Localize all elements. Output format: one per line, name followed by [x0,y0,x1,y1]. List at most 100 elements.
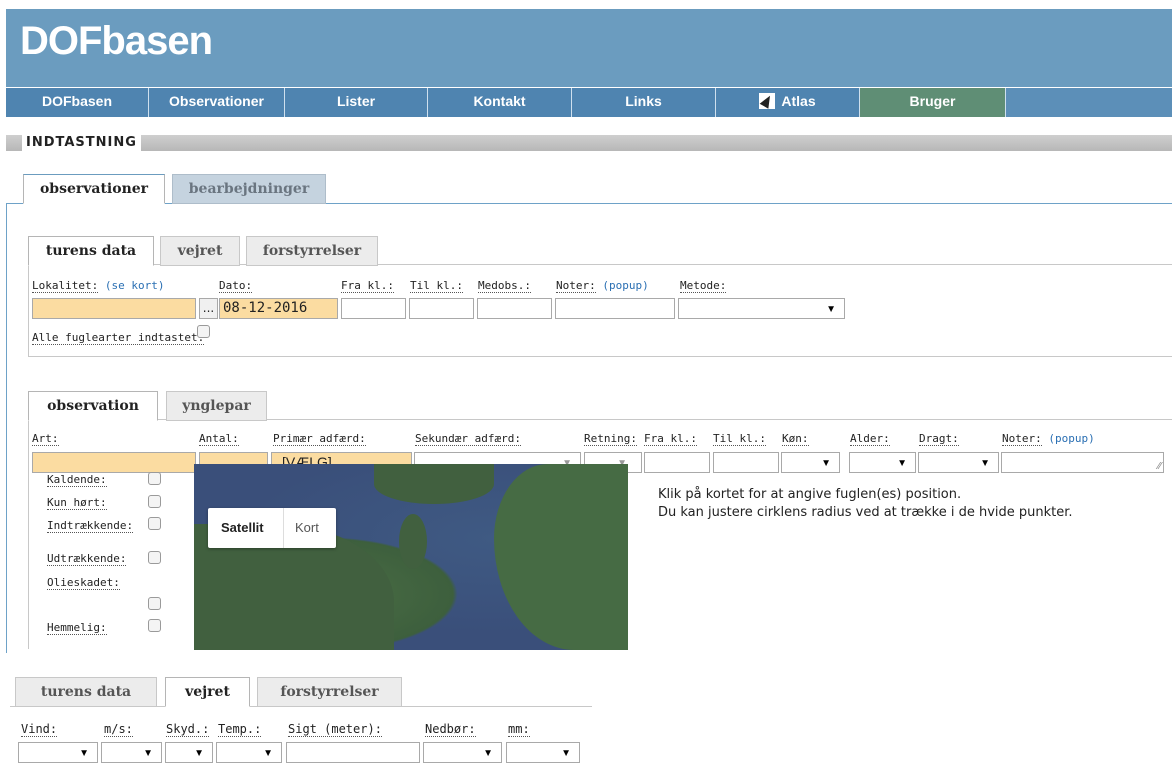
chevron-down-icon: ▼ [826,304,836,315]
trip-panel-left [28,264,29,357]
tab-bottom-turens-data[interactable]: turens data [15,677,157,707]
mm-label: mm: [508,722,530,737]
tab-vejret[interactable]: vejret [160,236,240,266]
chevron-down-icon: ▼ [897,458,907,469]
noter-input[interactable] [555,298,675,319]
tab-ynglepar[interactable]: ynglepar [166,391,267,421]
alder-select[interactable]: ▼ [849,452,916,473]
art-input[interactable] [32,452,196,473]
chevron-down-icon: ▼ [194,748,204,759]
map-type-control: Satellit Kort [208,508,336,548]
kaldende-label: Kaldende: [47,473,107,487]
olieskadet-label: Olieskadet: [47,576,120,590]
kun-hoert-checkbox[interactable] [148,495,161,508]
noter-popup-link[interactable]: (popup) [602,279,648,292]
nav-item-atlas[interactable]: Atlas [716,88,860,117]
tab-bottom-forstyrrelser[interactable]: forstyrrelser [257,677,402,707]
map-kort-button[interactable]: Kort [295,520,319,535]
nav-item-bruger[interactable]: Bruger [860,88,1006,117]
lokalitet-input[interactable] [32,298,196,319]
olieskadet-checkbox[interactable] [148,597,161,610]
ms-select[interactable]: ▼ [101,742,162,763]
tab-turens-data[interactable]: turens data [28,236,154,266]
se-kort-link[interactable]: (se kort) [105,279,165,292]
lokalitet-lookup-button[interactable]: ... [199,298,218,319]
vind-select[interactable]: ▼ [18,742,98,763]
alle-fuglearter-checkbox[interactable] [197,325,210,338]
sigt-input[interactable] [286,742,420,763]
main-nav: DOFbasen Observationer Lister Kontakt Li… [6,87,1172,117]
hemmelig-checkbox[interactable] [148,619,161,632]
obs-til-kl-label: Til kl.: [713,432,766,446]
alle-fuglearter-label: Alle fuglearter indtastet: [32,331,205,345]
nav-item-lister[interactable]: Lister [285,88,428,117]
primaer-adfaerd-label: Primær adfærd: [273,432,366,446]
udtraekkende-label: Udtrækkende: [47,552,127,566]
tab-bearbejdninger[interactable]: bearbejdninger [172,174,326,204]
header-banner: DOFbasen [6,9,1172,87]
til-kl-input[interactable] [409,298,474,319]
art-label: Art: [32,432,59,446]
map-land-north [374,464,494,504]
position-map[interactable] [194,464,628,650]
tab-observationer[interactable]: observationer [23,174,165,204]
metode-select[interactable]: ▼ [678,298,845,319]
retning-label: Retning: [584,432,637,446]
skyd-select[interactable]: ▼ [165,742,213,763]
site-logo[interactable]: DOFbasen [20,19,213,64]
resize-handle-icon[interactable]: ⁄⁄ [1158,461,1161,472]
chevron-down-icon: ▼ [483,748,493,759]
mm-select[interactable]: ▼ [506,742,580,763]
tab-observation[interactable]: observation [28,391,158,421]
chevron-down-icon: ▼ [143,748,153,759]
tab-forstyrrelser[interactable]: forstyrrelser [246,236,378,266]
chevron-down-icon: ▼ [79,748,89,759]
obs-noter-input[interactable]: ⁄⁄ [1001,452,1164,473]
dragt-label: Dragt: [919,432,959,446]
dato-label: Dato: [219,279,253,293]
lokalitet-label: Lokalitet: (se kort) [32,279,165,293]
nedboer-label: Nedbør: [425,722,476,737]
sekundaer-adfaerd-label: Sekundær adfærd: [415,432,521,446]
section-bar [6,135,1172,151]
chevron-down-icon: ▼ [561,748,571,759]
fra-kl-label: Fra kl.: [341,279,394,293]
map-satellit-button[interactable]: Satellit [221,520,264,535]
kun-hoert-label: Kun hørt: [47,496,107,510]
obs-noter-popup-link[interactable]: (popup) [1048,432,1094,445]
chevron-down-icon: ▼ [821,458,831,469]
main-panel-left [6,203,7,653]
kaldende-checkbox[interactable] [148,472,161,485]
chevron-down-icon: ▼ [263,748,273,759]
atlas-icon [759,93,776,109]
nav-atlas-label: Atlas [781,93,816,109]
udtraekkende-checkbox[interactable] [148,551,161,564]
indtraekkende-checkbox[interactable] [148,517,161,530]
koen-select[interactable]: ▼ [781,452,840,473]
antal-label: Antal: [199,432,239,446]
metode-label: Metode: [680,279,727,293]
til-kl-label: Til kl.: [410,279,463,293]
koen-label: Køn: [782,432,809,446]
dragt-select[interactable]: ▼ [918,452,999,473]
nav-item-observationer[interactable]: Observationer [149,88,285,117]
nav-item-links[interactable]: Links [572,88,716,117]
nav-item-kontakt[interactable]: Kontakt [428,88,572,117]
fra-kl-input[interactable] [341,298,406,319]
nav-item-dofbasen[interactable]: DOFbasen [6,88,149,117]
temp-select[interactable]: ▼ [216,742,282,763]
obs-til-kl-input[interactable] [713,452,779,473]
medobs-label: Medobs.: [478,279,531,293]
ms-label: m/s: [104,722,133,737]
map-help-line1: Klik på kortet for at angive fuglen(es) … [658,487,962,502]
tab-bottom-vejret[interactable]: vejret [165,677,250,707]
sigt-label: Sigt (meter): [288,722,382,737]
obs-fra-kl-input[interactable] [644,452,710,473]
obs-fra-kl-label: Fra kl.: [644,432,697,446]
noter-label: Noter: (popup) [556,279,649,293]
dato-input[interactable]: 08-12-2016 [219,298,338,319]
nedboer-select[interactable]: ▼ [423,742,502,763]
map-island [399,514,427,569]
obs-noter-label: Noter: (popup) [1002,432,1095,446]
medobs-input[interactable] [477,298,552,319]
